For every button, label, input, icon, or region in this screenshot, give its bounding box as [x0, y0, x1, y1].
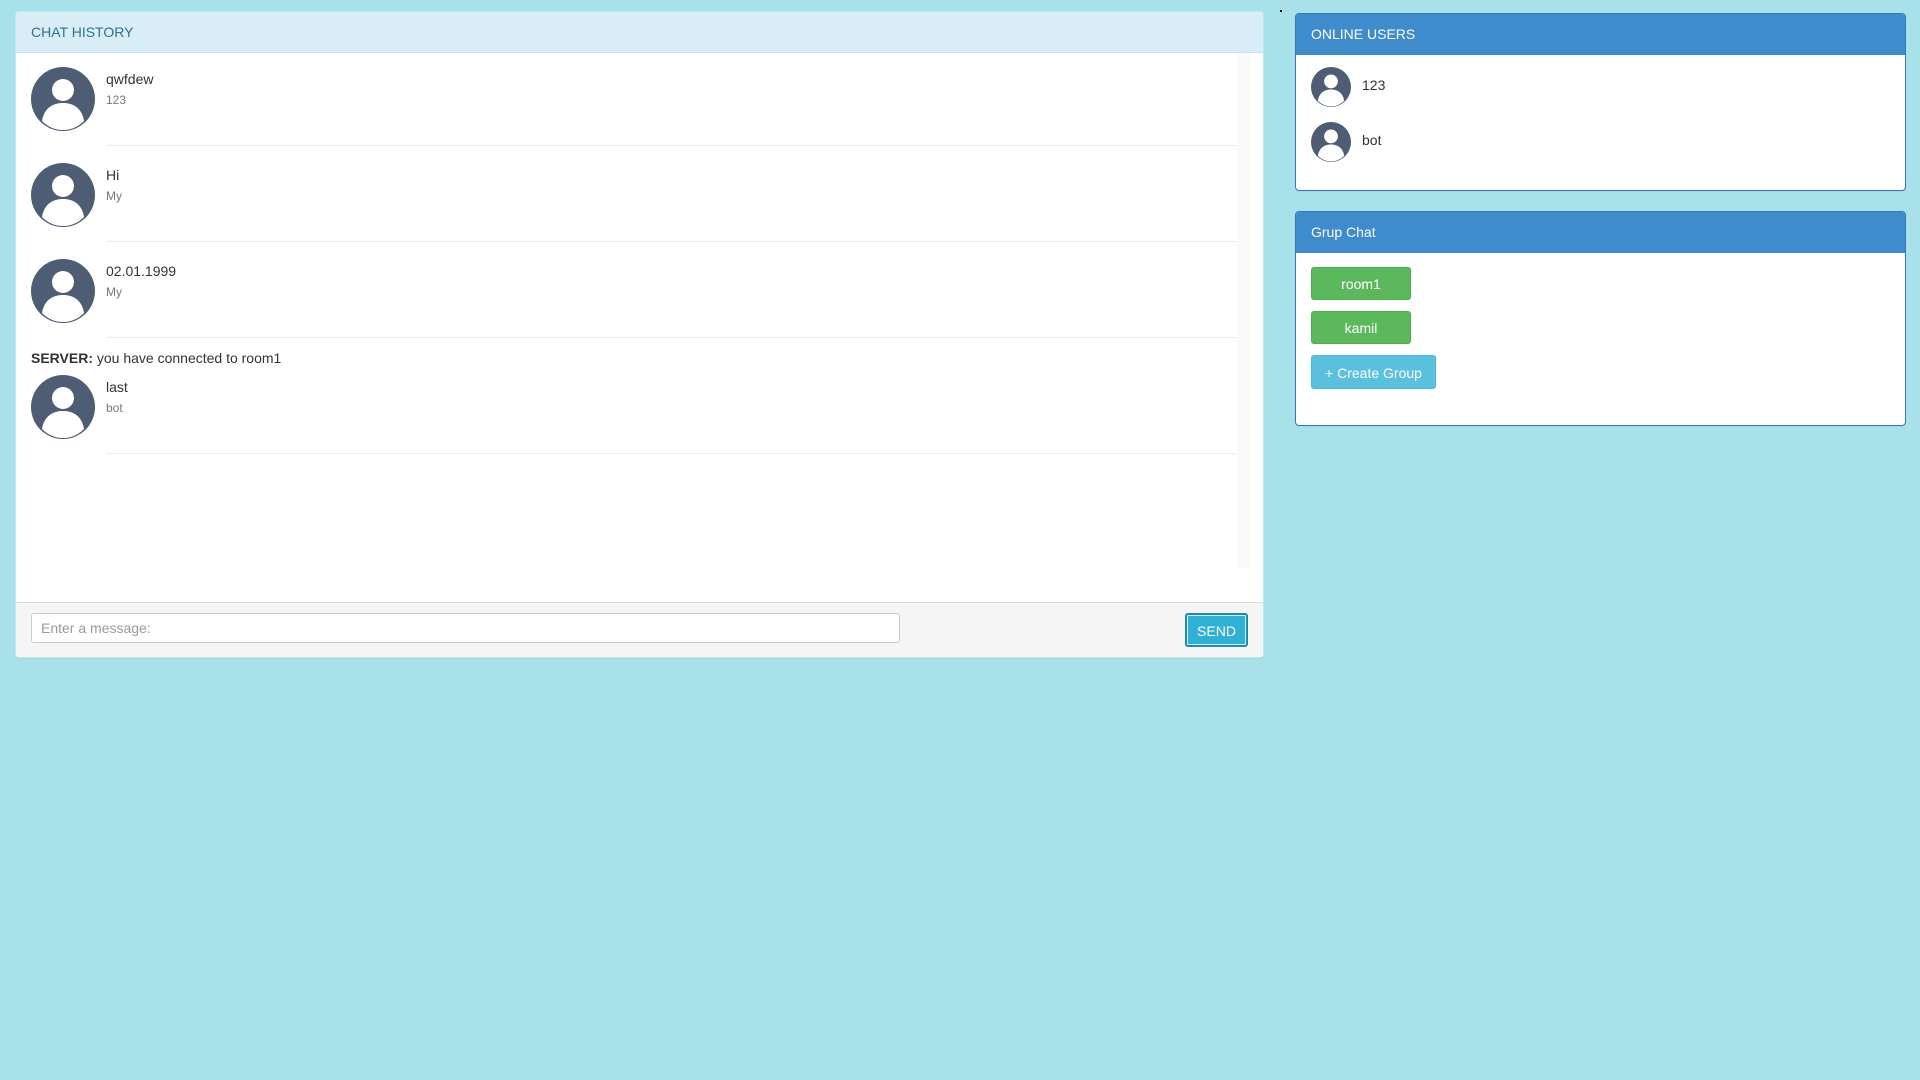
message-item: Hi My — [31, 149, 1263, 245]
message-item: qwfdew 123 — [31, 53, 1263, 149]
message-author: My — [106, 285, 122, 299]
message-item: 02.01.1999 My — [31, 245, 1263, 341]
group-chat-panel: Grup Chat room1 kamil + Create Group — [1295, 211, 1906, 426]
user-avatar-icon — [31, 259, 95, 323]
group-button-kamil[interactable]: kamil — [1311, 311, 1411, 344]
online-user-name: 123 — [1362, 77, 1386, 93]
online-user-item[interactable]: 123 — [1311, 55, 1905, 110]
message-author: bot — [106, 401, 123, 415]
message-content: qwfdew 123 — [106, 69, 1236, 146]
message-text: qwfdew — [106, 71, 154, 87]
message-input[interactable] — [31, 613, 900, 643]
user-avatar-icon — [1311, 67, 1351, 107]
send-button[interactable]: SEND — [1185, 613, 1248, 647]
message-content: Hi My — [106, 165, 1236, 242]
group-chat-heading: Grup Chat — [1296, 212, 1905, 253]
user-avatar-icon — [1311, 122, 1351, 162]
message-text: 02.01.1999 — [106, 263, 177, 279]
user-avatar-icon — [31, 67, 95, 131]
stray-dot — [1280, 10, 1282, 12]
message-content: last bot — [106, 377, 1236, 454]
online-users-heading: ONLINE USERS — [1296, 14, 1905, 55]
online-user-name: bot — [1362, 132, 1382, 148]
chat-messages: qwfdew 123 Hi My 02.01.1999 My SERVER: y… — [16, 53, 1263, 608]
user-avatar-icon — [31, 163, 95, 227]
chat-history-panel: CHAT HISTORY qwfdew 123 Hi My 02.01.1999… — [15, 11, 1264, 658]
message-author: My — [106, 189, 122, 203]
chat-input-bar: SEND — [16, 602, 1263, 657]
chat-history-heading: CHAT HISTORY — [16, 12, 1263, 53]
message-text: Hi — [106, 167, 120, 183]
user-avatar-icon — [31, 375, 95, 439]
message-content: 02.01.1999 My — [106, 261, 1236, 338]
message-author: 123 — [106, 93, 127, 107]
group-list: room1 kamil + Create Group — [1296, 253, 1905, 389]
message-item: last bot — [31, 361, 1263, 457]
create-group-button[interactable]: + Create Group — [1311, 355, 1436, 389]
message-text: last — [106, 379, 128, 395]
group-button-room1[interactable]: room1 — [1311, 267, 1411, 300]
online-user-item[interactable]: bot — [1311, 110, 1905, 165]
online-users-panel: ONLINE USERS 123 bot — [1295, 13, 1906, 191]
